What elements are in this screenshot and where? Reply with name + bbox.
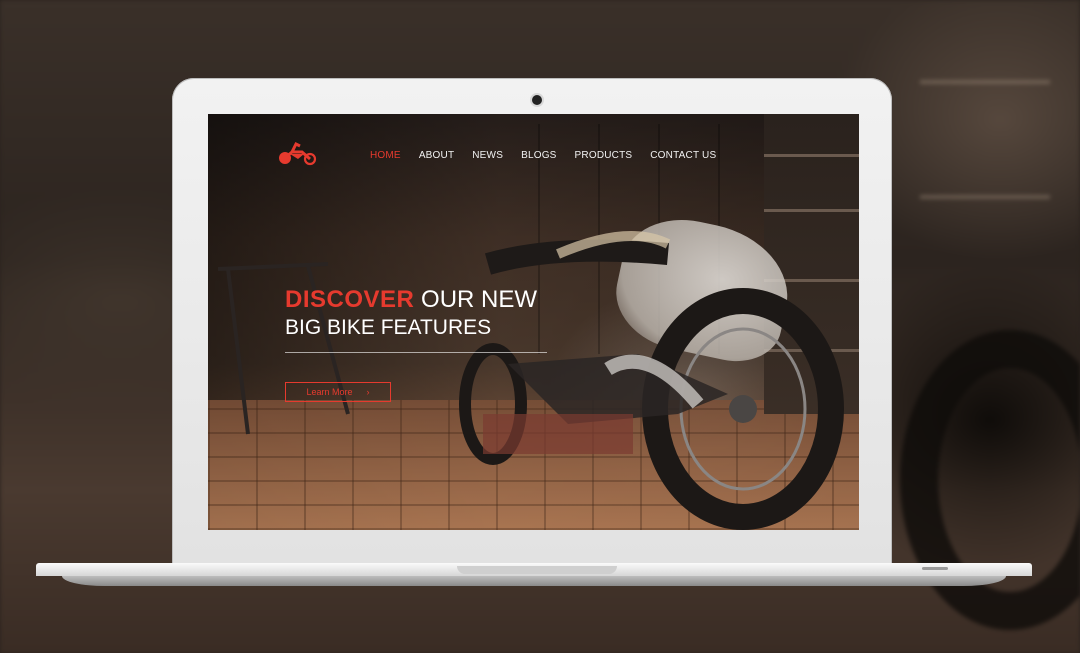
nav-item-about[interactable]: ABOUT — [419, 150, 454, 161]
laptop-screen: HOME ABOUT NEWS BLOGS PRODUCTS CONTACT U… — [208, 114, 859, 530]
main-menu: HOME ABOUT NEWS BLOGS PRODUCTS CONTACT U… — [370, 150, 716, 161]
learn-more-button[interactable]: Learn More › — [285, 382, 391, 402]
laptop-base-lip — [62, 576, 1006, 586]
hero-divider — [285, 352, 547, 353]
chevron-right-icon: › — [366, 387, 370, 397]
nav-item-products[interactable]: PRODUCTS — [575, 150, 633, 161]
background-shelf — [920, 80, 1050, 84]
nav-item-contact-us[interactable]: CONTACT US — [650, 150, 716, 161]
nav-item-news[interactable]: NEWS — [472, 150, 503, 161]
background-shelf — [920, 195, 1050, 199]
hero-section: DISCOVER OUR NEW BIG BIKE FEATURES Learn… — [285, 286, 547, 402]
hero-title-rest: OUR NEW — [414, 286, 538, 313]
hero-title: DISCOVER OUR NEW — [285, 286, 547, 314]
nav-item-home[interactable]: HOME — [370, 150, 401, 161]
nav-item-blogs[interactable]: BLOGS — [521, 150, 556, 161]
laptop-notch — [457, 566, 617, 574]
motorcycle-icon[interactable] — [276, 140, 318, 166]
hero-subtitle: BIG BIKE FEATURES — [285, 316, 492, 339]
site-navbar: HOME ABOUT NEWS BLOGS PRODUCTS CONTACT U… — [208, 114, 859, 194]
webcam-icon — [532, 95, 542, 105]
learn-more-label: Learn More — [306, 387, 353, 397]
hero-highlight: DISCOVER — [285, 286, 415, 313]
laptop-indicator — [922, 567, 948, 570]
